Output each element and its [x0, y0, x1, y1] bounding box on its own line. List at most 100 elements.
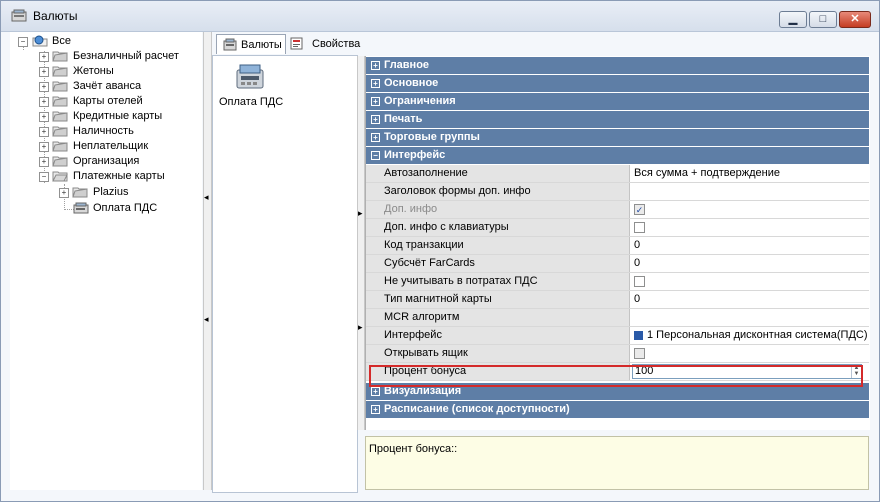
- property-row[interactable]: Субсчёт FarCards 0: [366, 255, 869, 273]
- property-name: Субсчёт FarCards: [366, 255, 630, 272]
- collapse-icon[interactable]: −: [39, 172, 49, 182]
- collapse-left-arrow-icon[interactable]: ◂: [204, 192, 209, 203]
- expand-icon[interactable]: +: [39, 142, 49, 152]
- expand-icon[interactable]: +: [371, 387, 380, 396]
- property-value[interactable]: [634, 273, 869, 290]
- property-value[interactable]: 1 Персональная дисконтная система(ПДС): [634, 327, 869, 344]
- category-label: Расписание (список доступности): [384, 403, 570, 415]
- tree-label: Все: [52, 35, 71, 47]
- tree-label: Платежные карты: [73, 170, 165, 182]
- category-schedule[interactable]: + Расписание (список доступности): [366, 401, 869, 418]
- category-main[interactable]: + Главное: [366, 57, 869, 74]
- tree-label: Наличность: [73, 125, 134, 137]
- property-value[interactable]: [634, 309, 869, 326]
- collapse-left-arrow-icon[interactable]: ◂: [204, 314, 209, 325]
- tab-label: Свойства: [312, 38, 361, 50]
- property-value[interactable]: 0: [634, 291, 869, 308]
- checkbox[interactable]: [634, 276, 645, 287]
- category-label: Печать: [384, 113, 423, 125]
- category-limits[interactable]: + Ограничения: [366, 93, 869, 110]
- expand-icon[interactable]: +: [371, 405, 380, 414]
- category-trade-groups[interactable]: + Торговые группы: [366, 129, 869, 146]
- property-row[interactable]: Доп. инфо ✓: [366, 201, 869, 219]
- expand-icon[interactable]: +: [39, 97, 49, 107]
- expand-icon[interactable]: +: [39, 67, 49, 77]
- expand-right-arrow-icon[interactable]: ▸: [358, 322, 363, 333]
- maximize-button[interactable]: □: [809, 11, 837, 28]
- folder-icon: [52, 156, 68, 167]
- folder-icon: [52, 96, 68, 107]
- payment-terminal-icon: [236, 64, 264, 89]
- expand-icon[interactable]: +: [39, 157, 49, 167]
- checkbox[interactable]: [634, 348, 645, 359]
- help-text: Процент бонуса::: [369, 443, 458, 455]
- expand-icon[interactable]: +: [371, 97, 380, 106]
- property-name: Тип магнитной карты: [366, 291, 630, 308]
- checkbox[interactable]: [634, 222, 645, 233]
- folder-icon: [52, 141, 68, 152]
- category-label: Ограничения: [384, 95, 456, 107]
- category-interface[interactable]: − Интерфейс: [366, 147, 869, 164]
- category-label: Главное: [384, 59, 430, 71]
- tree-label: Безналичный расчет: [73, 50, 179, 62]
- category-basic[interactable]: + Основное: [366, 75, 869, 92]
- property-row[interactable]: MCR алгоритм: [366, 309, 869, 327]
- folder-icon: [52, 111, 68, 122]
- folder-icon: [52, 126, 68, 137]
- folder-icon: [72, 187, 88, 198]
- minimize-icon: ▁: [788, 13, 798, 25]
- grid-splitter[interactable]: ▸ ▸: [357, 56, 365, 430]
- expand-icon[interactable]: +: [371, 133, 380, 142]
- property-value[interactable]: [634, 183, 869, 200]
- property-row[interactable]: Доп. инфо с клавиатуры: [366, 219, 869, 237]
- property-value[interactable]: Вся сумма + подтверждение: [634, 165, 869, 182]
- expand-icon[interactable]: +: [59, 188, 69, 198]
- minimize-button[interactable]: ▁: [779, 11, 807, 28]
- property-row[interactable]: Открывать ящик: [366, 345, 869, 363]
- interface-type-icon: [634, 330, 643, 340]
- expand-icon[interactable]: +: [39, 112, 49, 122]
- globe-folder-icon: [32, 35, 48, 47]
- tree-label: Оплата ПДС: [93, 202, 158, 214]
- collapse-icon[interactable]: −: [371, 151, 380, 160]
- currency-icon: [11, 9, 27, 22]
- left-splitter[interactable]: ◂ ◂: [203, 32, 212, 490]
- close-button[interactable]: ✕: [839, 11, 871, 28]
- open-folder-icon: [52, 171, 68, 182]
- folder-icon: [52, 51, 68, 62]
- expand-right-arrow-icon[interactable]: ▸: [358, 208, 363, 219]
- category-print[interactable]: + Печать: [366, 111, 869, 128]
- category-label: Торговые группы: [384, 131, 480, 143]
- property-name: Доп. инфо с клавиатуры: [366, 219, 630, 236]
- property-value[interactable]: ✓: [634, 201, 869, 218]
- property-row[interactable]: Тип магнитной карты 0: [366, 291, 869, 309]
- property-row[interactable]: Код транзакции 0: [366, 237, 869, 255]
- collapse-icon[interactable]: −: [18, 37, 28, 47]
- expand-icon[interactable]: +: [39, 127, 49, 137]
- property-name: MCR алгоритм: [366, 309, 630, 326]
- property-value[interactable]: [634, 345, 869, 362]
- title-bar: Валюты ▁ □ ✕: [1, 1, 879, 32]
- expand-icon[interactable]: +: [371, 61, 380, 70]
- maximize-icon: □: [819, 13, 827, 25]
- property-row[interactable]: Автозаполнение Вся сумма + подтверждение: [366, 165, 869, 183]
- expand-icon[interactable]: +: [39, 52, 49, 62]
- expand-icon[interactable]: +: [39, 82, 49, 92]
- tab-properties[interactable]: Свойства: [288, 34, 362, 54]
- property-row[interactable]: Не учитывать в потратах ПДС: [366, 273, 869, 291]
- items-panel[interactable]: Оплата ПДС: [212, 55, 358, 493]
- property-value[interactable]: 0: [634, 255, 869, 272]
- property-name: Код транзакции: [366, 237, 630, 254]
- currency-tree[interactable]: − Все + Безналичный расчет + Жетоны + За…: [10, 32, 202, 490]
- tree-label: Зачёт аванса: [73, 80, 142, 92]
- tab-currencies[interactable]: Валюты: [216, 34, 286, 54]
- folder-icon: [52, 66, 68, 77]
- checkbox-checked[interactable]: ✓: [634, 204, 645, 215]
- property-value[interactable]: 0: [634, 237, 869, 254]
- expand-icon[interactable]: +: [371, 115, 380, 124]
- property-row[interactable]: Интерфейс 1 Персональная дисконтная систе…: [366, 327, 869, 345]
- property-value[interactable]: [634, 219, 869, 236]
- property-row[interactable]: Заголовок формы доп. инфо: [366, 183, 869, 201]
- tree-label: Организация: [73, 155, 140, 167]
- expand-icon[interactable]: +: [371, 79, 380, 88]
